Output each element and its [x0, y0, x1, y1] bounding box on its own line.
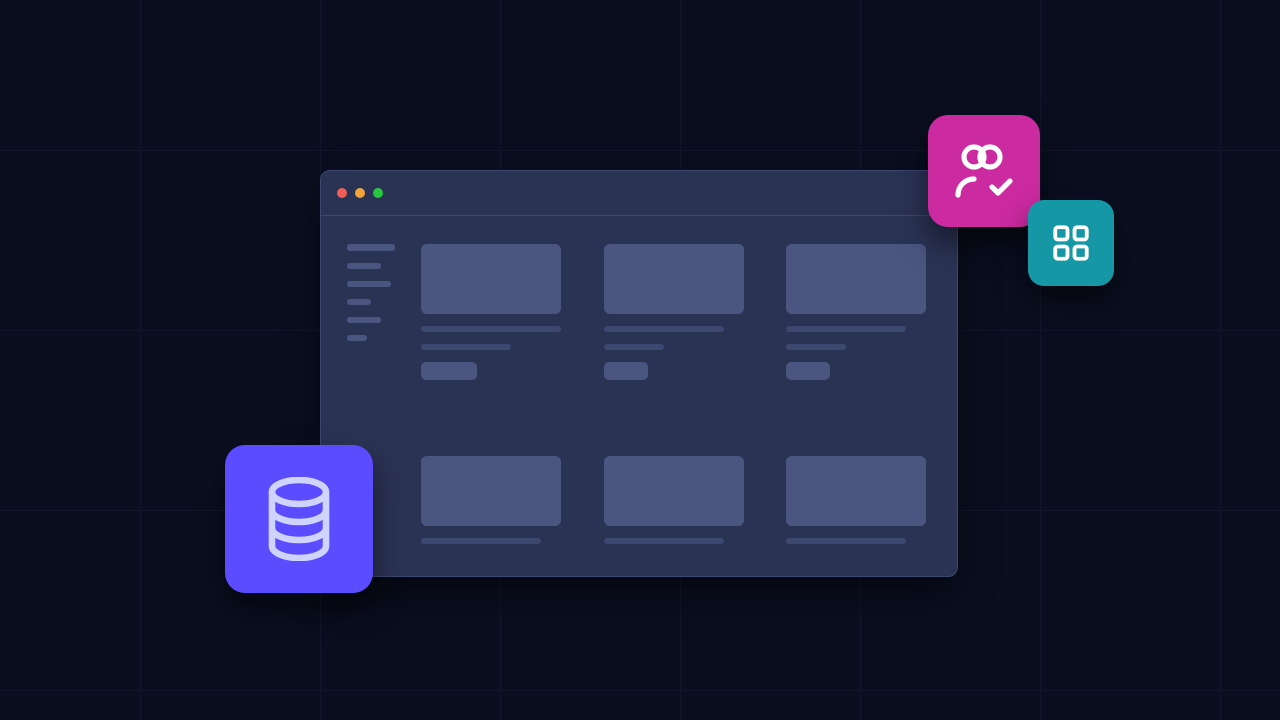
user-check-tile: [928, 115, 1040, 227]
card-thumbnail: [421, 456, 561, 526]
sidebar-item[interactable]: [347, 299, 371, 305]
grid-apps-icon: [1050, 222, 1092, 264]
card-thumbnail: [786, 244, 926, 314]
window-titlebar: [321, 171, 957, 216]
grid-apps-tile: [1028, 200, 1114, 286]
card-thumbnail: [786, 456, 926, 526]
card-text-line: [604, 326, 724, 332]
window-body: [321, 216, 957, 577]
card-text-line: [604, 538, 724, 544]
card[interactable]: [421, 244, 564, 414]
card[interactable]: [786, 244, 929, 414]
card-text-line: [786, 326, 906, 332]
card-text-line: [604, 344, 664, 350]
card-text-line: [786, 344, 846, 350]
close-dot[interactable]: [337, 188, 347, 198]
sidebar-item[interactable]: [347, 281, 391, 287]
card-thumbnail: [604, 456, 744, 526]
sidebar-item[interactable]: [347, 335, 367, 341]
minimize-dot[interactable]: [355, 188, 365, 198]
card-text-line: [421, 326, 561, 332]
database-icon: [262, 477, 336, 561]
card-tag: [421, 362, 477, 380]
card-thumbnail: [421, 244, 561, 314]
card-thumbnail: [604, 244, 744, 314]
card[interactable]: [421, 456, 564, 578]
user-check-icon: [952, 141, 1016, 201]
card-tag: [604, 362, 648, 380]
card-text-line: [421, 344, 511, 350]
card-grid: [421, 216, 957, 577]
sidebar-item[interactable]: [347, 263, 381, 269]
card[interactable]: [786, 456, 929, 578]
database-tile: [225, 445, 373, 593]
zoom-dot[interactable]: [373, 188, 383, 198]
sidebar-item[interactable]: [347, 244, 395, 251]
illustration-stage: [0, 0, 1280, 720]
card[interactable]: [604, 244, 747, 414]
sidebar-item[interactable]: [347, 317, 381, 323]
card-text-line: [421, 538, 541, 544]
card[interactable]: [604, 456, 747, 578]
card-text-line: [786, 538, 906, 544]
browser-window: [320, 170, 958, 577]
card-tag: [786, 362, 830, 380]
